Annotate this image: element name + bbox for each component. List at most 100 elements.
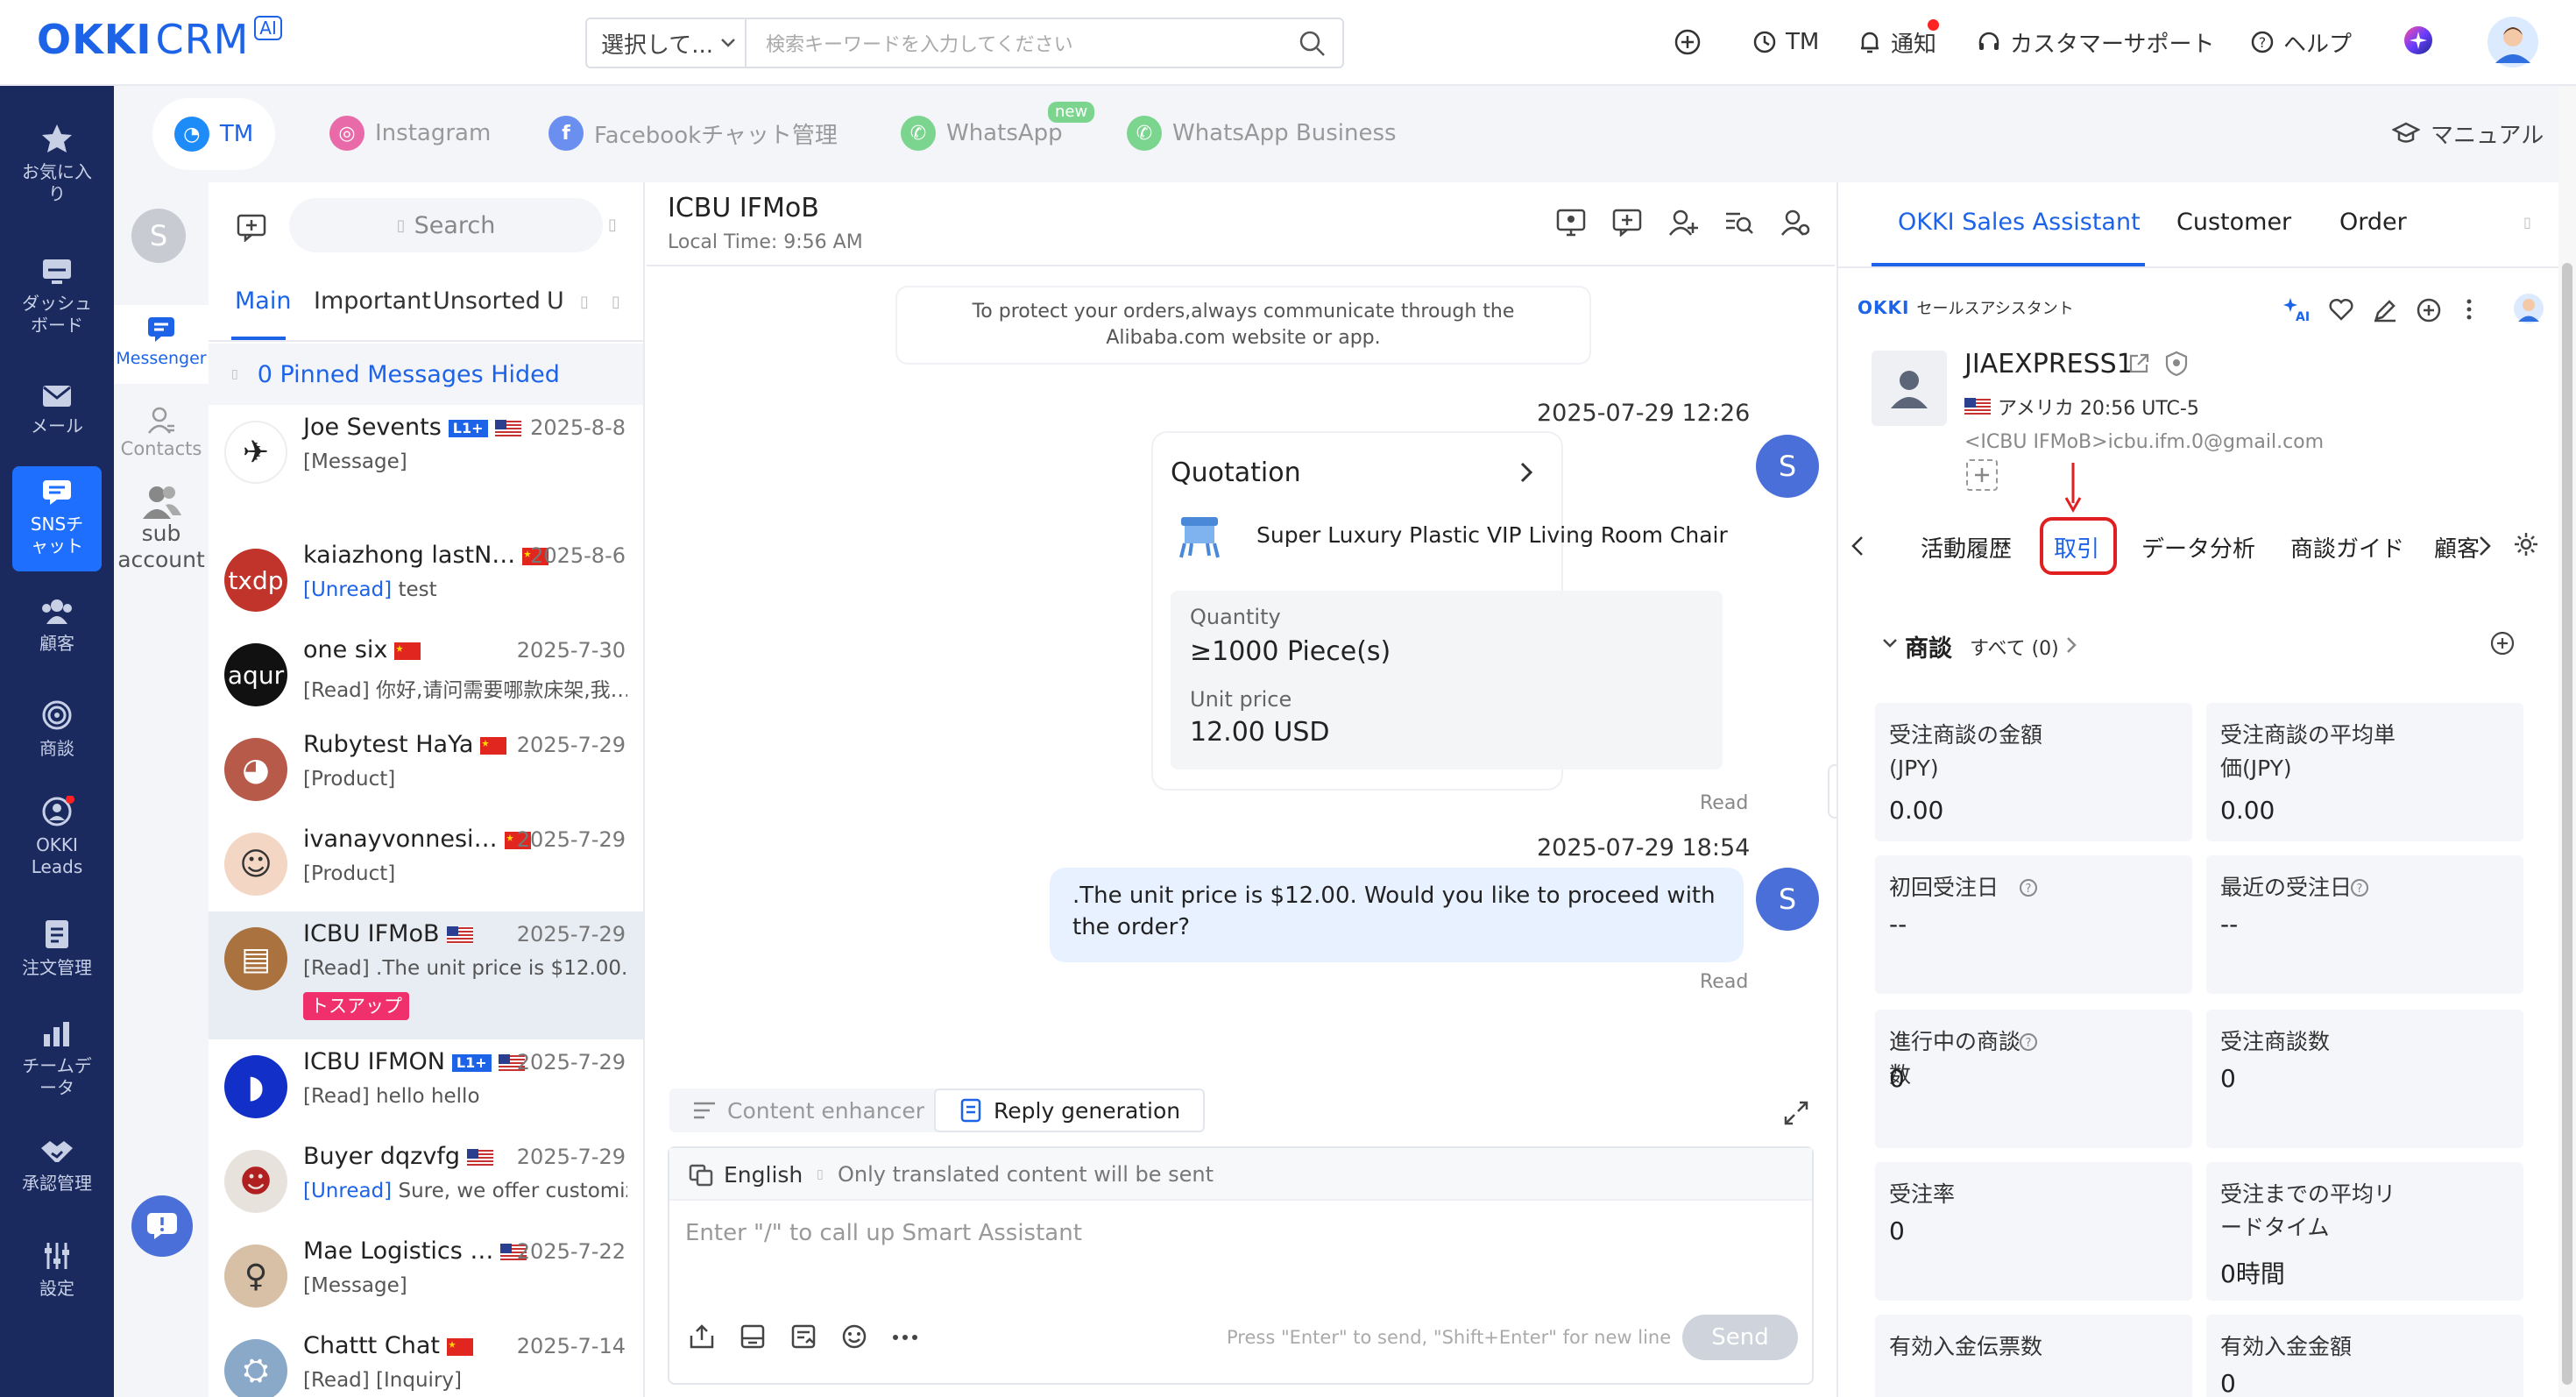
channel-tab-instagram[interactable]: ◎ Instagram: [329, 109, 491, 158]
sidebar-item-dashboard[interactable]: ダッシュボード: [0, 258, 114, 337]
chevron-right-icon[interactable]: [2478, 535, 2492, 557]
screen-share-icon[interactable]: [1556, 209, 1586, 237]
tab-unsorted[interactable]: Unsorted: [433, 287, 541, 315]
tab-scroll-right-icon[interactable]: ▯: [612, 293, 620, 311]
message-bubble[interactable]: .The unit price is $12.00. Would you lik…: [1050, 868, 1744, 962]
ai-orb-icon[interactable]: [2403, 25, 2434, 56]
conversation-item[interactable]: ☺ ivanayvonnesi… 2025-7-29 [Product]: [209, 817, 643, 911]
channel-tab-facebook[interactable]: f Facebookチャット管理: [548, 109, 838, 158]
add-contact-icon[interactable]: [1668, 209, 1698, 237]
nav-tm[interactable]: TM: [1752, 23, 1819, 61]
conversation-item[interactable]: ▤ ICBU IFMoB 2025-7-29 [Read] .The unit pri…: [209, 911, 643, 1039]
contact-settings-icon[interactable]: [1780, 209, 1810, 237]
conversation-item[interactable]: aqur one six 2025-7-30 [Read] 你好,请问需要哪款床架,我…: [209, 628, 643, 722]
conversation-item[interactable]: ⛭ Chattt Chat 2025-7-14 [Read] [Inquiry]: [209, 1323, 643, 1397]
search-icon[interactable]: [1299, 30, 1327, 58]
nav-help[interactable]: ? ヘルプ: [2250, 23, 2352, 61]
tab-more[interactable]: U: [547, 287, 564, 315]
archive-icon[interactable]: [740, 1323, 766, 1350]
tab-customer[interactable]: Customer: [2176, 209, 2291, 236]
tab-main[interactable]: Main: [235, 287, 291, 315]
nav-support[interactable]: カスタマーサポート: [1977, 23, 2214, 61]
manual-link[interactable]: マニュアル: [2392, 109, 2544, 158]
message-input[interactable]: Enter "/" to call up Smart Assistant: [685, 1220, 1082, 1246]
channel-tab-whatsapp-business[interactable]: ✆ WhatsApp Business: [1127, 109, 1397, 158]
page-scrollbar-thumb[interactable]: [2562, 263, 2572, 1385]
channel-tab-tm[interactable]: ◔ TM: [152, 98, 275, 170]
conversation-item[interactable]: ✈ Joe Sevents L1+ 2025-8-8 [Message]: [209, 405, 643, 500]
sidebar-item-settings[interactable]: 設定: [0, 1241, 114, 1300]
content-enhancer-button[interactable]: Content enhancer: [669, 1089, 948, 1132]
nav-notify[interactable]: 通知: [1858, 19, 1939, 61]
sidebar-item-deals[interactable]: 商談: [0, 699, 114, 760]
search-messages-icon[interactable]: [1724, 209, 1754, 237]
chevron-right-icon[interactable]: [1519, 461, 1533, 484]
ai-sparkle-icon[interactable]: AI: [2283, 296, 2310, 323]
sidebar-item-okki-leads[interactable]: OKKI Leads: [0, 796, 114, 878]
subside-sub-account[interactable]: sub account: [114, 484, 209, 573]
reply-generation-button[interactable]: Reply generation: [934, 1089, 1206, 1132]
account-avatar[interactable]: S: [131, 209, 186, 263]
add-circle-icon[interactable]: [2417, 298, 2441, 323]
conversation-item[interactable]: ◗ ICBU IFMON L1+ 2025-7-29 [Read] hello hell…: [209, 1039, 643, 1134]
upload-icon[interactable]: [689, 1323, 715, 1350]
user-avatar[interactable]: [2487, 16, 2539, 68]
tab-order[interactable]: Order: [2339, 209, 2407, 236]
quotation-card[interactable]: Quotation Super Luxury Plastic VIP Livin…: [1153, 433, 1728, 789]
section-all-link[interactable]: すべて (0): [1970, 633, 2059, 661]
emoji-icon[interactable]: [841, 1323, 867, 1350]
subtab-data-analysis[interactable]: データ分析: [2141, 531, 2255, 564]
add-chat-icon[interactable]: [1612, 209, 1642, 237]
search-type-select[interactable]: 選択して...: [587, 19, 747, 67]
sidebar-item-orders[interactable]: 注文管理: [0, 918, 114, 979]
sidebar-item-team-data[interactable]: チームデータ: [0, 1020, 114, 1099]
help-icon[interactable]: ?: [2019, 878, 2038, 897]
send-button[interactable]: Send: [1682, 1315, 1798, 1360]
language-select[interactable]: English: [724, 1162, 803, 1188]
chevron-right-icon[interactable]: [2066, 636, 2077, 654]
conversation-item[interactable]: ☻ Buyer dqzvfg 2025-7-29 [Unread] Sure, we …: [209, 1134, 643, 1229]
gear-icon[interactable]: [2513, 531, 2539, 557]
chevron-left-icon[interactable]: [1851, 535, 1865, 557]
subtab-transactions[interactable]: 取引: [2054, 531, 2099, 564]
feedback-button[interactable]: [131, 1195, 193, 1257]
subside-messenger[interactable]: Messenger: [114, 305, 209, 384]
conversation-search[interactable]: ▯ Search: [289, 198, 603, 252]
expand-icon[interactable]: [1782, 1099, 1810, 1127]
help-icon[interactable]: ?: [2019, 1032, 2038, 1052]
heart-icon[interactable]: [2329, 298, 2353, 321]
pinned-bar[interactable]: ▯ 0 Pinned Messages Hided: [209, 344, 643, 405]
add-circle-icon[interactable]: [1674, 28, 1702, 56]
search-input[interactable]: 検索キーワードを入力してください: [747, 29, 1342, 57]
more-horizontal-icon[interactable]: [892, 1334, 918, 1341]
more-vertical-icon[interactable]: [2466, 298, 2473, 321]
new-chat-icon[interactable]: [237, 214, 266, 242]
filter-icon[interactable]: ▯: [608, 216, 617, 234]
shield-icon[interactable]: [2164, 351, 2189, 377]
sidebar-item-sns-chat[interactable]: SNSチャット: [12, 466, 102, 571]
tab-okki-sales-assistant[interactable]: OKKI Sales Assistant: [1898, 209, 2141, 236]
add-circle-icon[interactable]: [2490, 631, 2515, 656]
sidebar-item-mail[interactable]: メール: [0, 384, 114, 437]
external-link-icon[interactable]: [2127, 352, 2150, 375]
app-logo[interactable]: OKKI CRM AI: [37, 16, 282, 68]
tab-scroll-left-icon[interactable]: ▯: [580, 293, 589, 311]
subtab-deal-guide[interactable]: 商談ガイド: [2290, 531, 2404, 564]
tab-important[interactable]: Important: [314, 287, 431, 315]
subtab-activity[interactable]: 活動履歴: [1921, 531, 2012, 564]
add-tag-button[interactable]: [1966, 459, 1998, 491]
subside-contacts[interactable]: Contacts: [114, 405, 209, 459]
subtab-customer[interactable]: 顧客: [2434, 531, 2480, 564]
edit-icon[interactable]: [2373, 298, 2397, 323]
channel-tab-whatsapp[interactable]: ✆ WhatsApp new: [901, 102, 1095, 158]
sidebar-item-customers[interactable]: 顧客: [0, 598, 114, 655]
conversation-item[interactable]: ◕ Rubytest HaYa 2025-7-29 [Product]: [209, 722, 643, 817]
help-icon[interactable]: ?: [2350, 878, 2369, 897]
sidebar-item-favorites[interactable]: お気に入り: [0, 123, 114, 205]
conversation-item[interactable]: ♀ Mae Logistics … 2025-7-22 [Message]: [209, 1229, 643, 1323]
chevron-down-icon[interactable]: [1882, 638, 1898, 649]
sidebar-item-approval[interactable]: 承認管理: [0, 1138, 114, 1195]
conversation-item[interactable]: txdp kaiazhong lastN… 2025-8-6 [Unread] tes…: [209, 533, 643, 628]
assistant-avatar[interactable]: [2513, 293, 2544, 324]
panel-collapse-icon[interactable]: ▯: [2523, 214, 2531, 230]
